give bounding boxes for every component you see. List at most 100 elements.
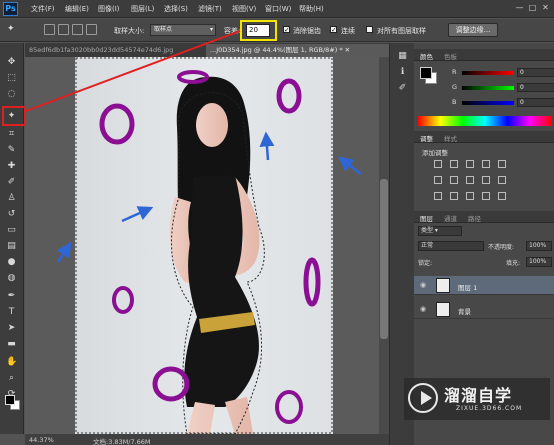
tab-swatches[interactable]: 色板 xyxy=(444,51,457,61)
levels-icon[interactable] xyxy=(450,160,458,168)
watermark: 溜溜自学 ZIXUE.3D66.COM xyxy=(404,378,550,420)
add-to-selection-icon[interactable] xyxy=(58,24,69,35)
slider-g-value[interactable]: 0 xyxy=(517,83,554,92)
tab-channels[interactable]: 通道 xyxy=(444,213,457,223)
exposure-icon[interactable] xyxy=(482,160,490,168)
menu-filter[interactable]: 滤镜(T) xyxy=(198,4,222,14)
minimize-button[interactable]: — xyxy=(515,3,524,12)
zoom-tool-icon[interactable]: ⌕ xyxy=(6,373,17,384)
menu-view[interactable]: 视图(V) xyxy=(232,4,256,14)
tab-paths[interactable]: 路径 xyxy=(468,213,481,223)
visibility-eye-icon[interactable]: ◉ xyxy=(420,281,426,289)
pen-tool-icon[interactable]: ✒ xyxy=(6,291,17,302)
curves-icon[interactable] xyxy=(466,160,474,168)
photo-filter-icon[interactable] xyxy=(482,176,490,184)
layer-row-1[interactable]: ◉ 图层 1 xyxy=(414,276,554,295)
tab-adjustments[interactable]: 调整 xyxy=(420,133,433,143)
close-button[interactable]: ✕ xyxy=(541,3,550,12)
slider-g[interactable]: G 0 xyxy=(424,83,554,93)
sample-size-select[interactable]: 取样点 ▾ xyxy=(150,24,216,36)
opacity-input[interactable]: 100% xyxy=(526,241,552,251)
sample-all-layers-checkbox[interactable] xyxy=(366,26,373,33)
selective-color-icon[interactable] xyxy=(498,192,506,200)
history-panel-icon[interactable]: ▦ xyxy=(397,51,408,62)
fill-input[interactable]: 100% xyxy=(526,257,552,267)
color-spectrum-bar[interactable] xyxy=(418,116,552,126)
marquee-tool-icon[interactable]: ⬚ xyxy=(6,73,17,84)
eyedropper-tool-icon[interactable]: ✎ xyxy=(6,145,17,156)
brush-panel-icon[interactable]: ✐ xyxy=(397,83,408,94)
vertical-scrollbar[interactable] xyxy=(379,57,389,434)
intersect-selection-icon[interactable] xyxy=(86,24,97,35)
maximize-button[interactable]: □ xyxy=(528,3,537,12)
menu-bar: Ps 文件(F) 编辑(E) 图像(I) 图层(L) 选择(S) 滤镜(T) 视… xyxy=(0,0,554,18)
scrollbar-thumb[interactable] xyxy=(380,179,388,339)
tab-color[interactable]: 颜色 xyxy=(420,51,433,61)
slider-g-track[interactable] xyxy=(462,86,514,90)
slider-r[interactable]: R 0 xyxy=(424,68,554,78)
gradient-tool-icon[interactable]: ▤ xyxy=(6,241,17,252)
tab-document-1[interactable]: 85edf6db1fa3020bb0d23dd54574e74d6.jpg xyxy=(25,44,205,57)
menu-window[interactable]: 窗口(W) xyxy=(265,4,291,14)
canvas-workspace[interactable] xyxy=(25,57,389,434)
purple-circle xyxy=(303,257,321,307)
path-selection-tool-icon[interactable]: ➤ xyxy=(6,323,17,334)
history-brush-tool-icon[interactable]: ↺ xyxy=(6,209,17,220)
photo-canvas[interactable] xyxy=(75,57,333,434)
layer-kind-filter[interactable]: 类型 ▾ xyxy=(418,226,462,236)
slider-r-value[interactable]: 0 xyxy=(517,68,554,77)
contiguous-checkbox[interactable]: ✓ xyxy=(330,26,337,34)
slider-b-value[interactable]: 0 xyxy=(517,98,554,107)
antialias-checkbox[interactable]: ✓ xyxy=(283,26,290,34)
zoom-level[interactable]: 44.37% xyxy=(29,436,54,444)
channel-mixer-icon[interactable] xyxy=(498,176,506,184)
slider-r-label: R xyxy=(452,68,457,76)
vibrance-icon[interactable] xyxy=(498,160,506,168)
menu-layer[interactable]: 图层(L) xyxy=(131,4,154,14)
healing-brush-tool-icon[interactable]: ✚ xyxy=(6,161,17,172)
brush-tool-icon[interactable]: ✐ xyxy=(6,177,17,188)
color-fg-swatch[interactable] xyxy=(420,67,432,79)
info-panel-icon[interactable]: ℹ xyxy=(397,67,408,78)
menu-edit[interactable]: 编辑(E) xyxy=(65,4,89,14)
clone-stamp-tool-icon[interactable]: ♙ xyxy=(6,193,17,204)
sample-all-layers-label: 对所有图层取样 xyxy=(377,27,426,35)
type-tool-icon[interactable]: T xyxy=(6,307,17,318)
black-white-icon[interactable] xyxy=(466,176,474,184)
refine-edge-button[interactable]: 调整边缘... xyxy=(448,23,498,37)
menu-file[interactable]: 文件(F) xyxy=(31,4,55,14)
tab-document-2[interactable]: ...J0D354.jpg @ 44.4%(图层 1, RGB/8#) * ✕ xyxy=(206,44,389,57)
magic-wand-preset-icon[interactable]: ✦ xyxy=(6,24,17,35)
lasso-tool-icon[interactable]: ◌ xyxy=(6,89,17,100)
menu-help[interactable]: 帮助(H) xyxy=(299,4,324,14)
shape-tool-icon[interactable]: ▬ xyxy=(6,339,17,350)
tools-panel: ✥ ⬚ ◌ ✦ ⌗ ✎ ✚ ✐ ♙ ↺ ▭ ▤ ● ◍ ✒ T ➤ ▬ ✋ ⌕ … xyxy=(0,43,24,434)
subtract-from-selection-icon[interactable] xyxy=(72,24,83,35)
tab-styles[interactable]: 样式 xyxy=(444,133,457,143)
posterize-icon[interactable] xyxy=(450,192,458,200)
foreground-color-swatch[interactable] xyxy=(5,395,15,405)
threshold-icon[interactable] xyxy=(466,192,474,200)
menu-image[interactable]: 图像(I) xyxy=(98,4,120,14)
layer-row-2[interactable]: ◉ 背景 xyxy=(414,300,554,319)
hand-tool-icon[interactable]: ✋ xyxy=(6,357,17,368)
tab-layers[interactable]: 图层 xyxy=(420,213,433,223)
hue-saturation-icon[interactable] xyxy=(434,176,442,184)
slider-b[interactable]: B 0 xyxy=(424,98,554,108)
invert-icon[interactable] xyxy=(434,192,442,200)
menu-select[interactable]: 选择(S) xyxy=(164,4,188,14)
eraser-tool-icon[interactable]: ▭ xyxy=(6,225,17,236)
dodge-tool-icon[interactable]: ◍ xyxy=(6,273,17,284)
crop-tool-icon[interactable]: ⌗ xyxy=(6,129,17,140)
gradient-map-icon[interactable] xyxy=(482,192,490,200)
blend-mode-select[interactable]: 正常 xyxy=(418,241,484,251)
color-balance-icon[interactable] xyxy=(450,176,458,184)
brightness-icon[interactable] xyxy=(434,160,442,168)
slider-b-track[interactable] xyxy=(462,101,514,105)
blur-tool-icon[interactable]: ● xyxy=(6,257,17,268)
visibility-eye-icon[interactable]: ◉ xyxy=(420,305,426,313)
slider-r-track[interactable] xyxy=(462,71,514,75)
purple-circle xyxy=(276,78,302,114)
new-selection-icon[interactable] xyxy=(44,24,55,35)
move-tool-icon[interactable]: ✥ xyxy=(6,57,17,68)
